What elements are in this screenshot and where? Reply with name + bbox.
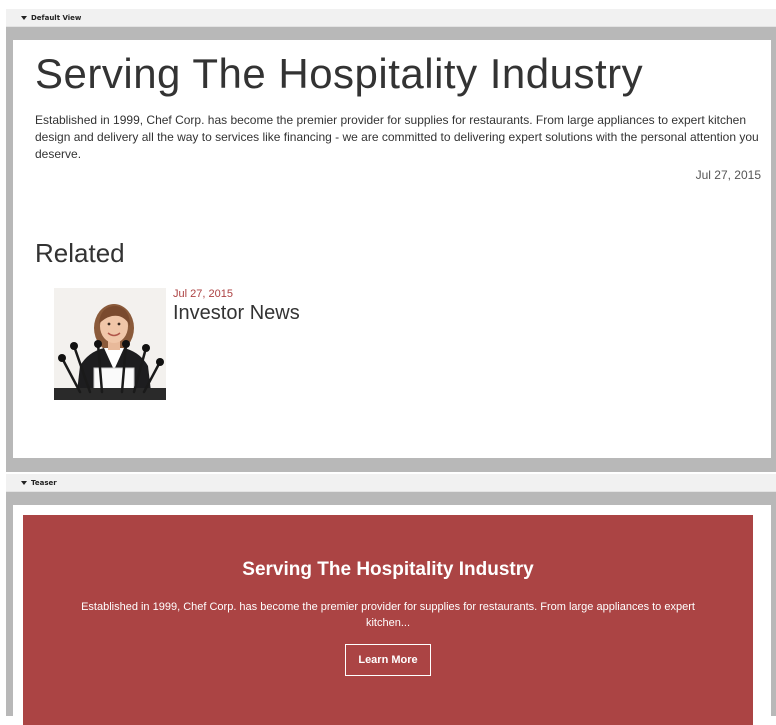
related-heading: Related	[35, 238, 125, 268]
page-title: Serving The Hospitality Industry	[35, 50, 644, 97]
teaser-header[interactable]: Teaser	[6, 474, 776, 492]
related-item-title-link[interactable]: Investor News	[173, 302, 300, 325]
teaser-title: Serving The Hospitality Industry	[242, 559, 534, 580]
article-date: Jul 27, 2015	[695, 168, 761, 182]
default-view-frame: Serving The Hospitality Industry Establi…	[6, 27, 776, 472]
learn-more-button[interactable]: Learn More	[345, 644, 431, 676]
related-item-thumbnail[interactable]	[54, 288, 166, 400]
default-view-header-label: Default View	[31, 13, 82, 22]
article-body: Established in 1999, Chef Corp. has beco…	[35, 113, 759, 161]
default-view-panel: Serving The Hospitality Industry Establi…	[13, 40, 771, 458]
teaser-panel: Serving The Hospitality Industry Establi…	[13, 505, 771, 725]
businesswoman-press-conference-image	[54, 288, 166, 400]
teaser-frame: Serving The Hospitality Industry Establi…	[6, 492, 776, 725]
default-view-header[interactable]: Default View	[6, 9, 776, 27]
caret-down-icon	[21, 15, 27, 20]
teaser-card: Serving The Hospitality Industry Establi…	[23, 515, 753, 725]
teaser-body: Established in 1999, Chef Corp. has beco…	[81, 601, 695, 629]
caret-down-icon	[21, 480, 27, 485]
related-item-date: Jul 27, 2015	[173, 288, 233, 300]
teaser-header-label: Teaser	[31, 478, 57, 487]
